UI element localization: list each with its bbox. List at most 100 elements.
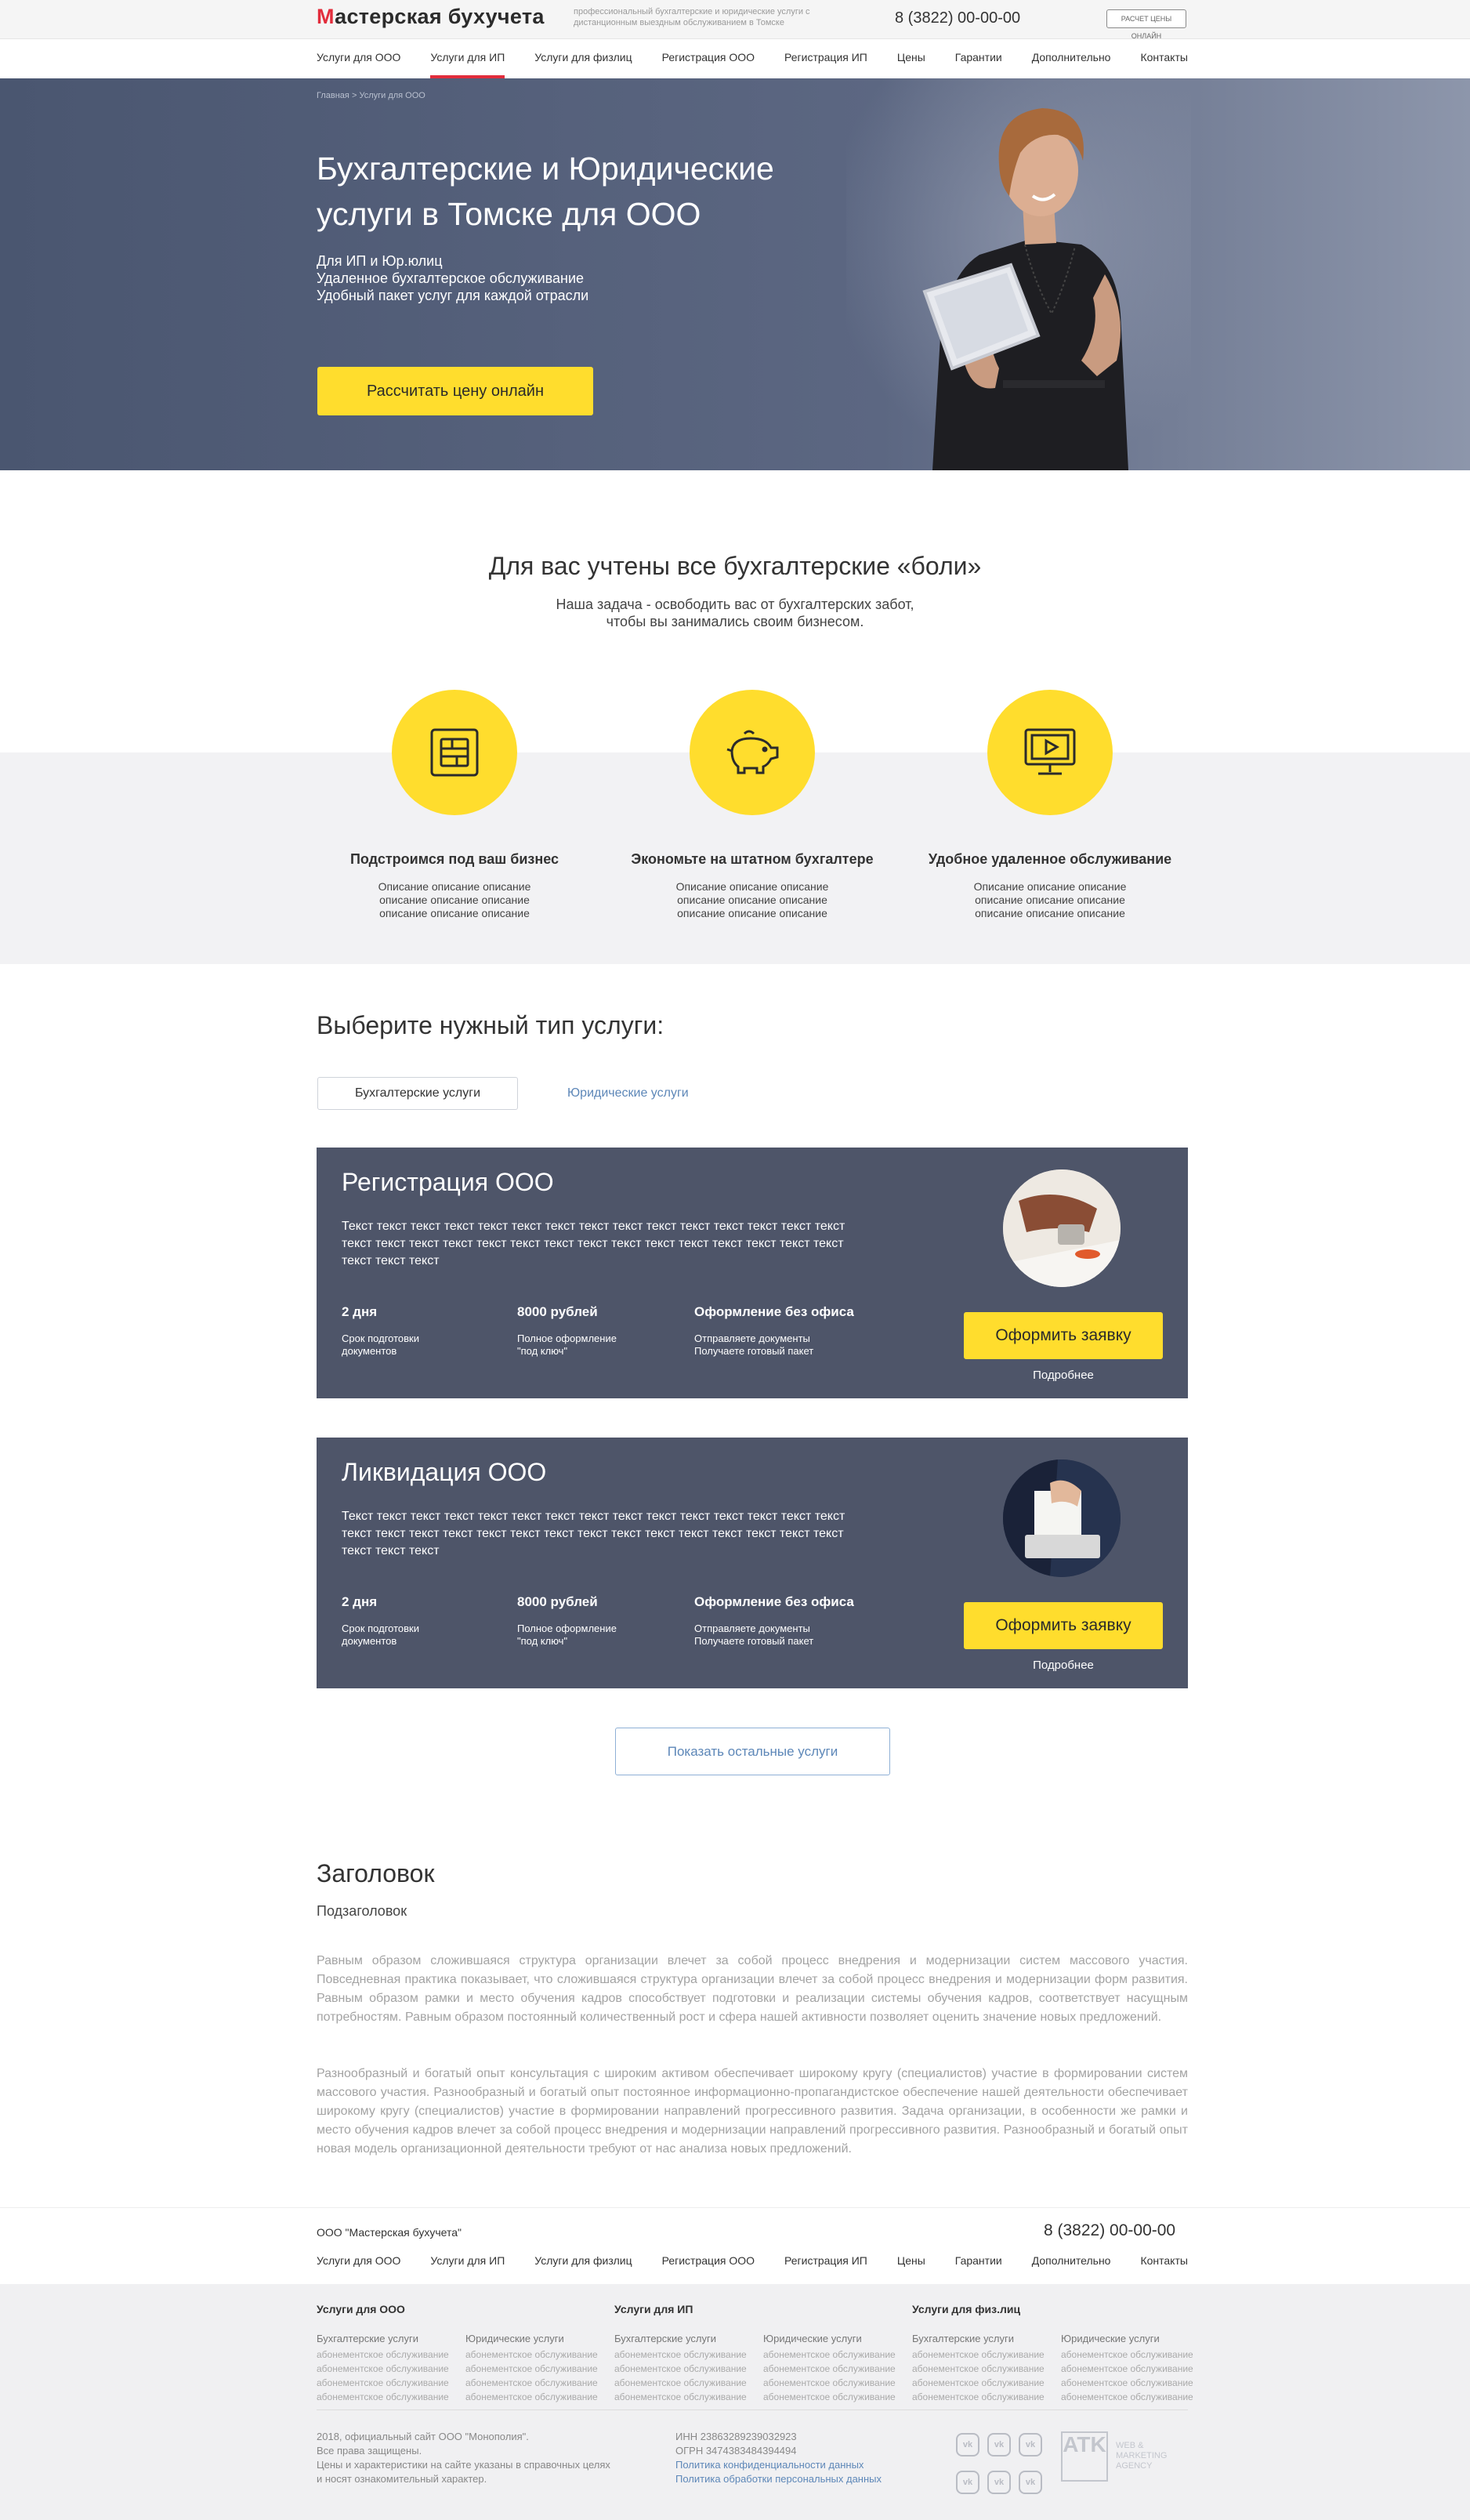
footer-subcolumn: Бухгалтерские услуги абонементское обслу… [317, 2333, 449, 2402]
footer-nav-item[interactable]: Дополнительно [1032, 2254, 1111, 2267]
services-section-title: Выберите нужный тип услуги: [317, 1011, 664, 1039]
footer-phone[interactable]: 8 (3822) 00-00-00 [1044, 2221, 1175, 2240]
site-logo[interactable]: Мастерская бухучета [317, 5, 545, 29]
nav-item-contacts[interactable]: Контакты [1140, 39, 1187, 78]
vk-icon[interactable]: vk [956, 2471, 979, 2494]
tab-accounting-services[interactable]: Бухгалтерские услуги [317, 1077, 518, 1110]
footer-ogrn: ОГРН 3474383484394494 [675, 2445, 797, 2457]
vk-icon[interactable]: vk [1019, 2433, 1042, 2457]
footer-column-heading[interactable]: Услуги для ООО [317, 2303, 465, 2315]
footer-column-ip: Услуги для ИП Бухгалтерские услуги абоне… [614, 2303, 896, 2402]
footer-subcolumn: Юридические услуги абонементское обслужи… [465, 2333, 598, 2402]
site-tagline: профессиональный бухгалтерские и юридиче… [574, 7, 810, 27]
nav-item-guarantees[interactable]: Гарантии [955, 39, 1002, 78]
footer-copyright: 2018, официальный сайт ООО "Монополия". … [317, 2431, 610, 2485]
footer-nav-item[interactable]: Регистрация ИП [784, 2254, 867, 2267]
feature-icon-circle [690, 690, 815, 815]
footer-requisites: ИНН 23863289239032923 ОГРН 3474383484394… [675, 2430, 958, 2486]
main-nav: Услуги для ООО Услуги для ИП Услуги для … [0, 39, 1470, 78]
service-stat-no-office: Оформление без офиса Отправляете докумен… [694, 1304, 854, 1357]
piggy-bank-icon [726, 730, 779, 774]
service-details-link[interactable]: Подробнее [964, 1659, 1163, 1672]
feature-description: Описание описание описание описание опис… [675, 880, 829, 919]
monitor-icon [1024, 728, 1076, 775]
feature-title: Удобное удаленное обслуживание [928, 851, 1172, 867]
service-stat-duration: 2 дня Срок подготовки документов [342, 1594, 420, 1647]
footer-top [0, 2207, 1470, 2284]
feature-remote-service: Удобное удаленное обслуживание Описание … [901, 690, 1199, 920]
feature-adapt-to-business: Подстроимся под ваш бизнес Описание опис… [306, 690, 603, 920]
vk-icon[interactable]: vk [987, 2471, 1011, 2494]
order-request-button[interactable]: Оформить заявку [964, 1602, 1163, 1649]
hero-title: Бухгалтерские и Юридические услуги в Том… [317, 150, 774, 232]
hero-banner [0, 78, 1470, 470]
service-card-text: Текст текст текст текст текст текст текс… [342, 1220, 845, 1267]
vk-icon[interactable]: vk [956, 2433, 979, 2457]
article-paragraph: Равным образом сложившаяся структура орг… [317, 1954, 1188, 2024]
calc-price-online-button[interactable]: РАСЧЕТ ЦЕНЫ ОНЛАЙН [1106, 9, 1186, 40]
nav-item-prices[interactable]: Цены [897, 39, 925, 78]
show-more-services-button[interactable]: Показать остальные услуги [615, 1728, 890, 1775]
hero-bullet: Удобный пакет услуг для каждой отрасли [317, 288, 589, 303]
header-phone[interactable]: 8 (3822) 00-00-00 [895, 9, 1020, 27]
feature-icon-circle [987, 690, 1113, 815]
footer-nav-item[interactable]: Услуги для ИП [430, 2254, 505, 2267]
social-links: vk vk vk vk vk vk [956, 2433, 1042, 2494]
data-processing-policy-link[interactable]: Политика обработки персональных данных [675, 2472, 958, 2486]
footer-inn: ИНН 23863289239032923 [675, 2431, 797, 2442]
vk-icon[interactable]: vk [1019, 2471, 1042, 2494]
footer-subcolumn: Бухгалтерские услуги абонементское обслу… [912, 2333, 1045, 2402]
pains-section-subtitle: Наша задача - освободить вас от бухгалте… [556, 596, 914, 629]
footer-column-heading[interactable]: Услуги для ИП [614, 2303, 763, 2315]
article-title: Заголовок [317, 1859, 435, 1887]
nav-item-ooo-services[interactable]: Услуги для ООО [317, 39, 400, 78]
service-card-image-shredder [1003, 1459, 1121, 1577]
feature-description: Описание описание описание описание опис… [378, 880, 531, 919]
nav-item-individual-services[interactable]: Услуги для физлиц [534, 39, 632, 78]
nav-item-ip-registration[interactable]: Регистрация ИП [784, 39, 867, 78]
service-stat-price: 8000 рублей Полное оформление "под ключ" [517, 1594, 617, 1647]
article-subtitle: Подзаголовок [317, 1903, 407, 1919]
service-card-title: Ликвидация ООО [342, 1458, 547, 1486]
agency-logo[interactable]: ATK WEB & MARKETING AGENCY [1061, 2431, 1186, 2486]
pains-section-title: Для вас учтены все бухгалтерские «боли» [488, 552, 982, 580]
nav-item-ip-services[interactable]: Услуги для ИП [430, 39, 505, 78]
breadcrumb-home[interactable]: Главная [317, 91, 349, 100]
privacy-policy-link[interactable]: Политика конфиденциальности данных [675, 2458, 958, 2472]
hero-bullets: Для ИП и Юр.юлиц Удаленное бухгалтерское… [317, 252, 588, 304]
footer-subcolumn: Юридические услуги абонементское обслужи… [1061, 2333, 1193, 2402]
feature-save-on-accountant: Экономьте на штатном бухгалтере Описание… [603, 690, 901, 920]
service-card-ooo-registration: Регистрация ООО Текст текст текст текст … [317, 1148, 1188, 1398]
tab-legal-services[interactable]: Юридические услуги [567, 1077, 689, 1110]
nav-item-additional[interactable]: Дополнительно [1032, 39, 1111, 78]
hero-bullet: Удаленное бухгалтерское обслуживание [317, 270, 585, 286]
footer-nav-item[interactable]: Услуги для ООО [317, 2254, 400, 2267]
vk-icon[interactable]: vk [987, 2433, 1011, 2457]
service-card-ooo-liquidation: Ликвидация ООО Текст текст текст текст т… [317, 1438, 1188, 1688]
service-details-link[interactable]: Подробнее [964, 1369, 1163, 1382]
service-stat-price: 8000 рублей Полное оформление "под ключ" [517, 1304, 617, 1357]
footer-company-name: ООО "Мастерская бухучета" [317, 2226, 462, 2239]
stamp-photo [1003, 1169, 1121, 1287]
calculate-price-button[interactable]: Рассчитать цену онлайн [317, 367, 593, 415]
shredder-photo [1003, 1459, 1121, 1577]
feature-title: Экономьте на штатном бухгалтере [631, 851, 874, 867]
service-card-image-stamp [1003, 1169, 1121, 1287]
breadcrumb-current: Услуги для ООО [359, 91, 425, 100]
breadcrumb: Главная > Услуги для ООО [317, 91, 425, 100]
feature-description: Описание описание описание описание опис… [973, 880, 1127, 919]
order-request-button[interactable]: Оформить заявку [964, 1312, 1163, 1359]
sim-card-icon [430, 728, 479, 777]
hero-bullet: Для ИП и Юр.юлиц [317, 253, 443, 269]
footer-nav-item[interactable]: Услуги для физлиц [534, 2254, 632, 2267]
footer-column-ooo: Услуги для ООО Бухгалтерские услуги абон… [317, 2303, 598, 2402]
footer-nav-item[interactable]: Цены [897, 2254, 925, 2267]
footer-column-heading[interactable]: Услуги для физ.лиц [912, 2303, 1061, 2315]
footer-nav-item[interactable]: Гарантии [955, 2254, 1002, 2267]
service-card-title: Регистрация ООО [342, 1168, 554, 1196]
footer-nav-item[interactable]: Регистрация ООО [662, 2254, 755, 2267]
feature-title: Подстроимся под ваш бизнес [349, 851, 559, 867]
hero-woman-photo [846, 78, 1191, 470]
nav-item-ooo-registration[interactable]: Регистрация ООО [662, 39, 755, 78]
footer-nav-item[interactable]: Контакты [1140, 2254, 1187, 2267]
